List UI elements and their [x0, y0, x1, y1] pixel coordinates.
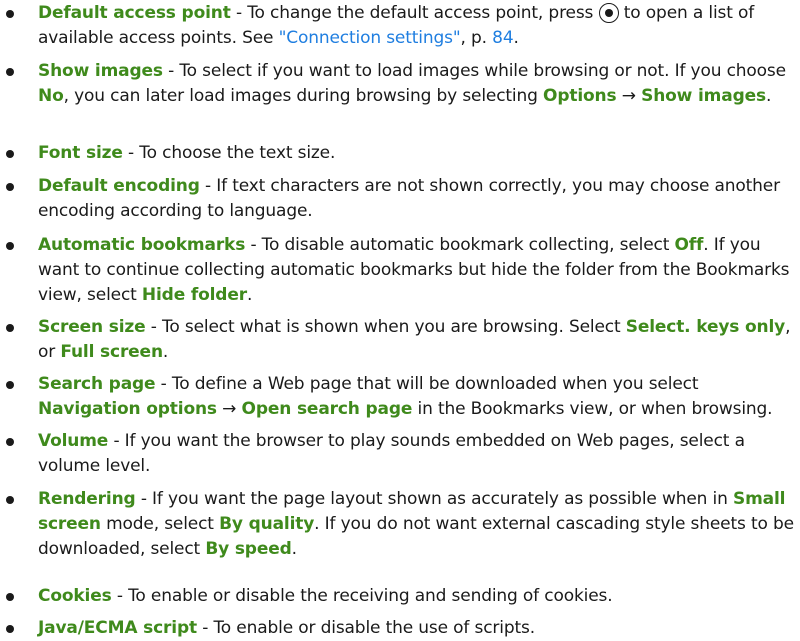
item-text: Volume - If you want the browser to play…: [38, 429, 794, 479]
setting-term: Volume: [38, 431, 109, 451]
page-number-link[interactable]: 84: [492, 28, 513, 48]
item-description: - To enable or disable the use of script…: [196, 618, 535, 638]
item-description: , you can later load images during brows…: [63, 86, 544, 106]
setting-term: Rendering: [38, 489, 136, 509]
bullet-icon: [6, 438, 14, 446]
item-description: - If you want the page layout shown as a…: [135, 489, 733, 509]
item-description: - To enable or disable the receiving and…: [111, 586, 613, 606]
arrow-icon: →: [621, 86, 636, 106]
bullet-icon: [6, 242, 14, 250]
item-text: Cookies - To enable or disable the recei…: [38, 584, 794, 609]
item-description: - To disable automatic bookmark collecti…: [245, 235, 675, 255]
option-value: By speed: [205, 539, 292, 559]
setting-term: Automatic bookmarks: [38, 235, 246, 255]
list-item-screen-size: Screen size - To select what is shown wh…: [0, 315, 800, 365]
bullet-icon: [6, 68, 14, 76]
bullet-icon: [6, 381, 14, 389]
bullet-icon: [6, 150, 14, 158]
item-description: in the Bookmarks view, or when browsing.: [412, 399, 773, 419]
setting-term: Search page: [38, 374, 156, 394]
arrow-icon: →: [222, 399, 237, 419]
item-description: - To select what is shown when you are b…: [145, 317, 626, 337]
bullet-icon: [6, 10, 14, 18]
list-item-default-encoding: Default encoding - If text characters ar…: [0, 174, 800, 224]
bullet-icon: [6, 324, 14, 332]
cross-reference-link[interactable]: "Connection settings": [279, 28, 461, 48]
item-description: - To choose the text size.: [122, 143, 336, 163]
setting-term: Screen size: [38, 317, 146, 337]
option-value: Hide folder: [141, 285, 247, 305]
list-item-cookies: Cookies - To enable or disable the recei…: [0, 584, 800, 609]
list-item-default-access-point: Default access point - To change the def…: [0, 1, 800, 51]
setting-term: Default access point: [38, 3, 231, 23]
item-description: .: [513, 28, 519, 48]
list-item-volume: Volume - If you want the browser to play…: [0, 429, 800, 479]
menu-path-item: Options: [543, 86, 617, 106]
setting-term: Default encoding: [38, 176, 200, 196]
navigation-key-icon: [598, 3, 619, 23]
bullet-icon: [6, 625, 14, 633]
item-description: .: [291, 539, 297, 559]
item-text: Java/ECMA script - To enable or disable …: [38, 616, 794, 641]
list-item-java-ecma-script: Java/ECMA script - To enable or disable …: [0, 616, 800, 641]
option-value: By quality: [219, 514, 315, 534]
item-text: Automatic bookmarks - To disable automat…: [38, 233, 794, 308]
option-value: Off: [674, 235, 704, 255]
setting-term: Font size: [38, 143, 123, 163]
list-item-search-page: Search page - To define a Web page that …: [0, 372, 800, 422]
item-text: Rendering - If you want the page layout …: [38, 487, 794, 562]
list-item-show-images: Show images - To select if you want to l…: [0, 59, 800, 109]
list-item-rendering: Rendering - If you want the page layout …: [0, 487, 800, 562]
menu-path-item: Show images: [641, 86, 766, 106]
list-item-font-size: Font size - To choose the text size.: [0, 141, 800, 166]
item-description: , p.: [460, 28, 493, 48]
setting-term: Java/ECMA script: [38, 618, 197, 638]
bullet-icon: [6, 496, 14, 504]
item-text: Default access point - To change the def…: [38, 1, 794, 51]
option-value: No: [38, 86, 64, 106]
item-description: mode, select: [100, 514, 220, 534]
menu-path-item: Open search page: [241, 399, 413, 419]
item-text: Default encoding - If text characters ar…: [38, 174, 794, 224]
list-item-automatic-bookmarks: Automatic bookmarks - To disable automat…: [0, 233, 800, 308]
item-description: .: [246, 285, 253, 305]
item-text: Show images - To select if you want to l…: [38, 59, 794, 109]
bullet-icon: [6, 593, 14, 601]
item-text: Screen size - To select what is shown wh…: [38, 315, 794, 365]
menu-path-item: Navigation options: [38, 399, 217, 419]
item-text: Font size - To choose the text size.: [38, 141, 794, 166]
item-description: - To change the default access point, pr…: [230, 3, 599, 23]
setting-term: Cookies: [38, 586, 112, 606]
item-description: - If you want the browser to play sounds…: [38, 431, 745, 476]
item-description: - To select if you want to load images w…: [162, 61, 786, 81]
bullet-icon: [6, 183, 14, 191]
option-value: Select. keys only: [625, 317, 786, 337]
item-description: .: [765, 86, 772, 106]
item-description: .: [162, 342, 169, 362]
setting-term: Show images: [38, 61, 163, 81]
option-value: Full screen: [60, 342, 163, 362]
item-text: Search page - To define a Web page that …: [38, 372, 794, 422]
settings-page: Default access point - To change the def…: [0, 0, 800, 641]
item-description: - To define a Web page that will be down…: [155, 374, 699, 394]
